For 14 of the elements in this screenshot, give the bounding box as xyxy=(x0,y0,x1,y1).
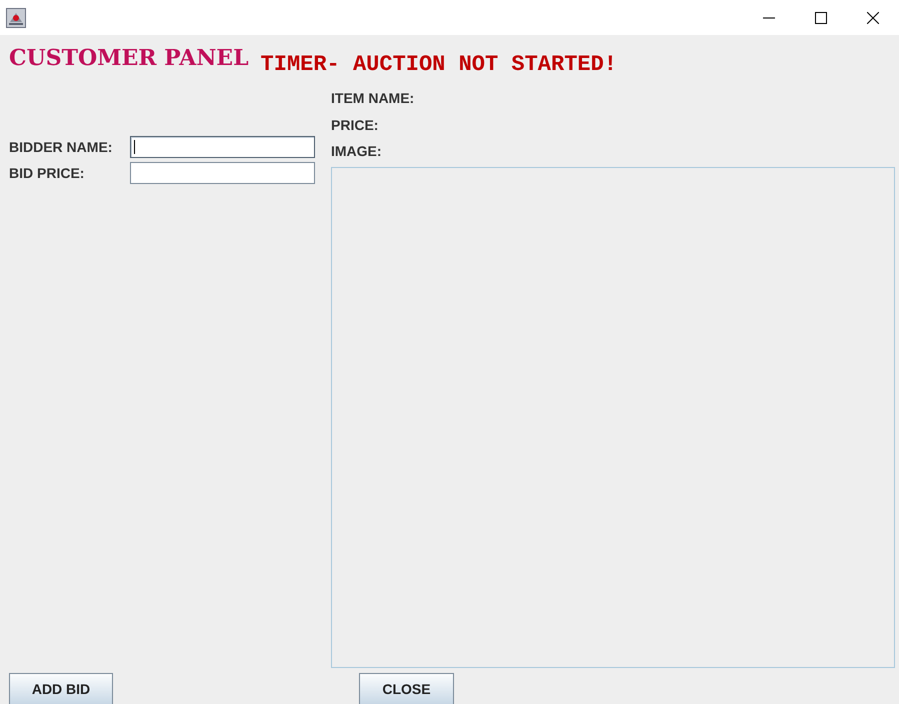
input-field[interactable] xyxy=(130,136,315,158)
add-bid-button[interactable]: ADD BID xyxy=(9,673,113,704)
field-label: BID PRICE: xyxy=(9,165,86,181)
close-button[interactable]: CLOSE xyxy=(359,673,454,704)
maximize-icon[interactable] xyxy=(815,12,827,24)
input-field[interactable] xyxy=(130,162,315,184)
item-label: IMAGE: xyxy=(331,142,383,162)
item-label: ITEM NAME: xyxy=(331,89,416,108)
timer-status: TIMER- AUCTION NOT STARTED! xyxy=(260,52,618,76)
field-label: BIDDER NAME: xyxy=(9,139,114,155)
item-label: PRICE: xyxy=(331,116,380,135)
app-icon xyxy=(6,8,26,28)
close-icon[interactable] xyxy=(867,12,879,24)
panel-title: CUSTOMER PANEL xyxy=(9,45,249,71)
